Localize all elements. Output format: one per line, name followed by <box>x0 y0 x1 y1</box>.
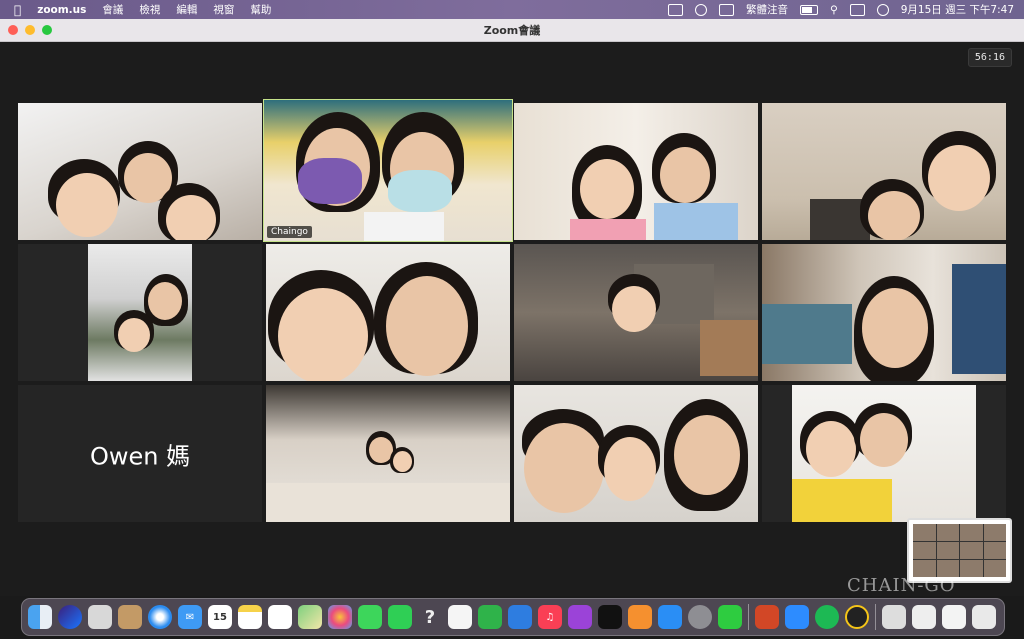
video-tile-5[interactable] <box>18 244 262 381</box>
reminders-icon[interactable] <box>268 605 292 629</box>
calendar-icon[interactable]: 15 <box>208 605 232 629</box>
norton-icon[interactable] <box>695 3 707 16</box>
video-tile-4[interactable] <box>762 103 1006 240</box>
books-icon[interactable] <box>628 605 652 629</box>
mail-icon[interactable]: ✉ <box>178 605 202 629</box>
clock[interactable]: 9月15日 週三 下午7:47 <box>901 2 1014 17</box>
contacts-icon[interactable] <box>118 605 142 629</box>
menu-window[interactable]: 視窗 <box>213 2 234 17</box>
video-tile-9-camera-off[interactable]: Owen 媽 <box>18 385 262 522</box>
podcasts-icon[interactable] <box>568 605 592 629</box>
app-store-icon[interactable] <box>658 605 682 629</box>
search-icon[interactable]: ⚲ <box>830 4 838 16</box>
video-tile-8[interactable] <box>762 244 1006 381</box>
video-tile-10[interactable] <box>266 385 510 522</box>
participant-display-name: Owen 媽 <box>89 442 191 470</box>
close-window-button[interactable] <box>8 25 18 35</box>
spotify-icon[interactable] <box>815 605 839 629</box>
dock: ✉ 15 ? ♫ <box>21 598 1005 636</box>
watermark-text: CHAIN-GO <box>847 575 956 596</box>
norton-dock-icon[interactable] <box>845 605 869 629</box>
battery-icon[interactable] <box>800 4 818 15</box>
minimize-window-button[interactable] <box>25 25 35 35</box>
app-menu[interactable]: zoom.us <box>37 4 86 16</box>
video-tile-3[interactable] <box>514 103 758 240</box>
participant-name-label: Chaingo <box>267 226 312 238</box>
video-tile-1[interactable] <box>18 103 262 240</box>
menu-meeting[interactable]: 會議 <box>102 2 123 17</box>
keynote-icon[interactable] <box>508 605 532 629</box>
system-preferences-icon[interactable] <box>688 605 712 629</box>
music-icon[interactable]: ♫ <box>538 605 562 629</box>
zoom-status-icon[interactable] <box>668 3 683 16</box>
apple-icon[interactable]:  <box>14 3 21 17</box>
siri-icon[interactable] <box>876 3 889 16</box>
launchpad-icon[interactable] <box>88 605 112 629</box>
video-tile-11[interactable] <box>514 385 758 522</box>
zoom-dock-icon[interactable] <box>785 605 809 629</box>
textedit-icon[interactable] <box>448 605 472 629</box>
notes-icon[interactable] <box>238 605 262 629</box>
trash-icon[interactable] <box>972 605 996 629</box>
fullscreen-window-button[interactable] <box>42 25 52 35</box>
dock-separator <box>748 604 749 630</box>
minimized-window-2[interactable] <box>912 605 936 629</box>
safari-icon[interactable] <box>148 605 172 629</box>
numbers-icon[interactable] <box>478 605 502 629</box>
menu-edit[interactable]: 編輯 <box>176 2 197 17</box>
video-tile-2-active-speaker[interactable]: Chaingo <box>263 99 513 242</box>
facetime-icon[interactable] <box>388 605 412 629</box>
input-method-label[interactable]: 繁體注音 <box>746 2 788 17</box>
menu-view[interactable]: 檢視 <box>139 2 160 17</box>
finder-icon[interactable] <box>28 605 52 629</box>
maps-icon[interactable] <box>298 605 322 629</box>
window-title: Zoom會議 <box>483 24 541 37</box>
menu-help[interactable]: 幫助 <box>250 2 271 17</box>
video-tile-12[interactable] <box>762 385 1006 522</box>
video-tile-7[interactable] <box>514 244 758 381</box>
line-icon[interactable] <box>718 605 742 629</box>
powerpoint-icon[interactable] <box>755 605 779 629</box>
input-method-icon[interactable] <box>719 3 734 16</box>
minimized-window-3[interactable] <box>942 605 966 629</box>
meeting-mini-preview[interactable] <box>907 518 1012 583</box>
messages-icon[interactable] <box>358 605 382 629</box>
zoom-window: Zoom會議 56:16 Chaingo Owen 媽 <box>0 19 1024 596</box>
photos-icon[interactable] <box>328 605 352 629</box>
help-icon[interactable]: ? <box>418 605 442 629</box>
title-bar: Zoom會議 <box>0 19 1024 42</box>
minimized-window-1[interactable] <box>882 605 906 629</box>
meeting-timer: 56:16 <box>967 48 1012 67</box>
dock-separator-2 <box>875 604 876 630</box>
menu-bar:  zoom.us 會議 檢視 編輯 視窗 幫助 繁體注音 ⚲ 9月15日 週三… <box>0 0 1024 19</box>
video-tile-6[interactable] <box>266 244 510 381</box>
siri-dock-icon[interactable] <box>58 605 82 629</box>
control-center-icon[interactable] <box>849 3 865 16</box>
apple-tv-icon[interactable] <box>598 605 622 629</box>
